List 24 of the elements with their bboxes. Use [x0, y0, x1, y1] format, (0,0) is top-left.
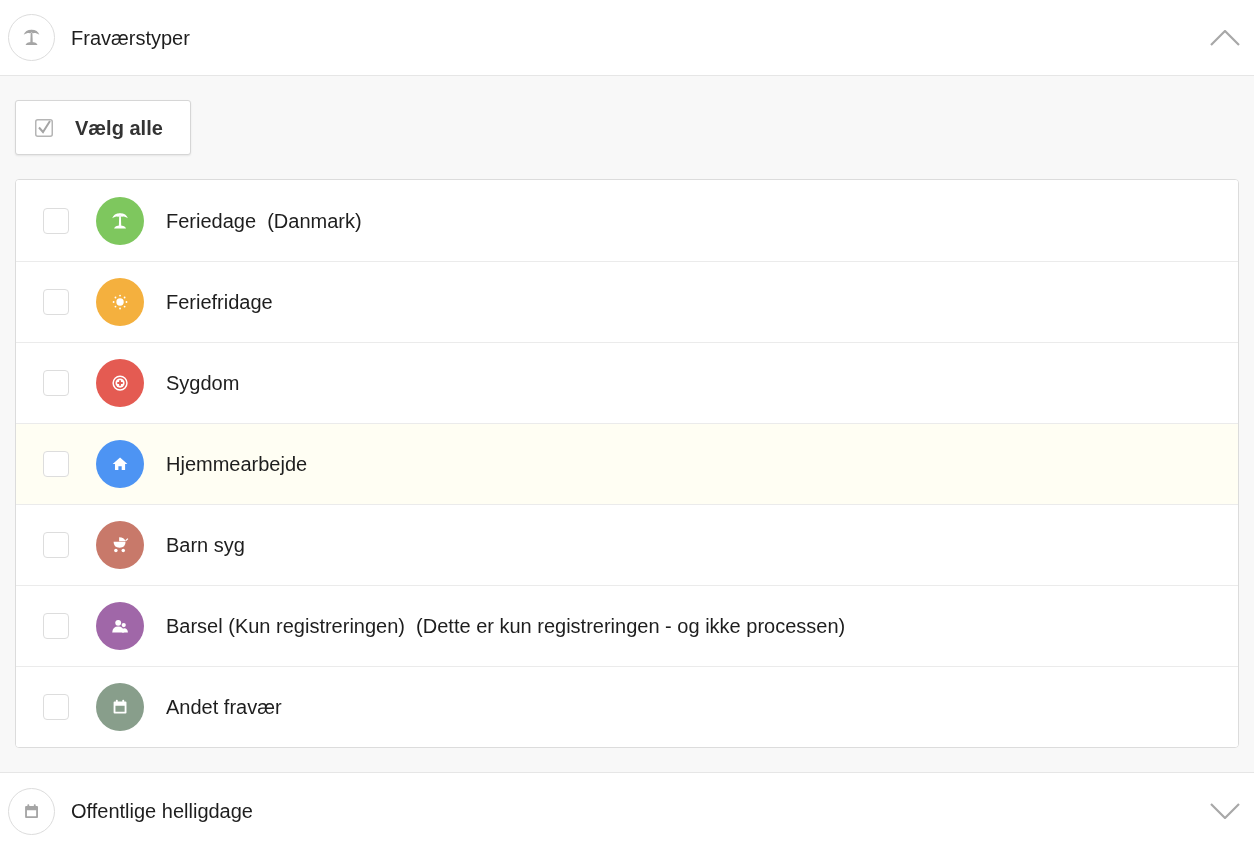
- absence-type-row[interactable]: Hjemmearbejde: [16, 423, 1238, 504]
- checkbox[interactable]: [43, 694, 69, 720]
- absence-type-label: Feriefridage: [166, 290, 273, 315]
- select-all-button[interactable]: Vælg alle: [15, 100, 191, 155]
- calendar-icon: [8, 787, 55, 835]
- checkbox[interactable]: [43, 613, 69, 639]
- palm-tree-icon: [8, 14, 55, 61]
- checkbox[interactable]: [43, 370, 69, 396]
- checkbox-tick-icon: [35, 118, 53, 137]
- absence-type-label: Sygdom: [166, 371, 240, 396]
- absence-type-label: Hjemmearbejde: [166, 452, 308, 477]
- checkbox[interactable]: [43, 451, 69, 477]
- checkbox[interactable]: [43, 289, 69, 315]
- absence-type-label: Feriedage (Danmark): [166, 208, 362, 234]
- chevron-up-icon[interactable]: [1210, 29, 1240, 46]
- section-title[interactable]: Fraværstyper: [71, 22, 190, 53]
- absence-type-label: Barsel (Kun registreringen) (Dette er kun registreringen - og ikke processen): [166, 614, 846, 639]
- chevron-down-icon[interactable]: [1210, 803, 1240, 819]
- absence-type-row[interactable]: Andet fravær: [16, 666, 1238, 747]
- absence-type-label: Barn syg: [166, 533, 245, 558]
- checkbox[interactable]: [43, 532, 69, 558]
- checkbox[interactable]: [43, 207, 69, 234]
- section-title[interactable]: Offentlige helligdage: [71, 796, 253, 826]
- absence-type-label: Andet fravær: [166, 695, 282, 720]
